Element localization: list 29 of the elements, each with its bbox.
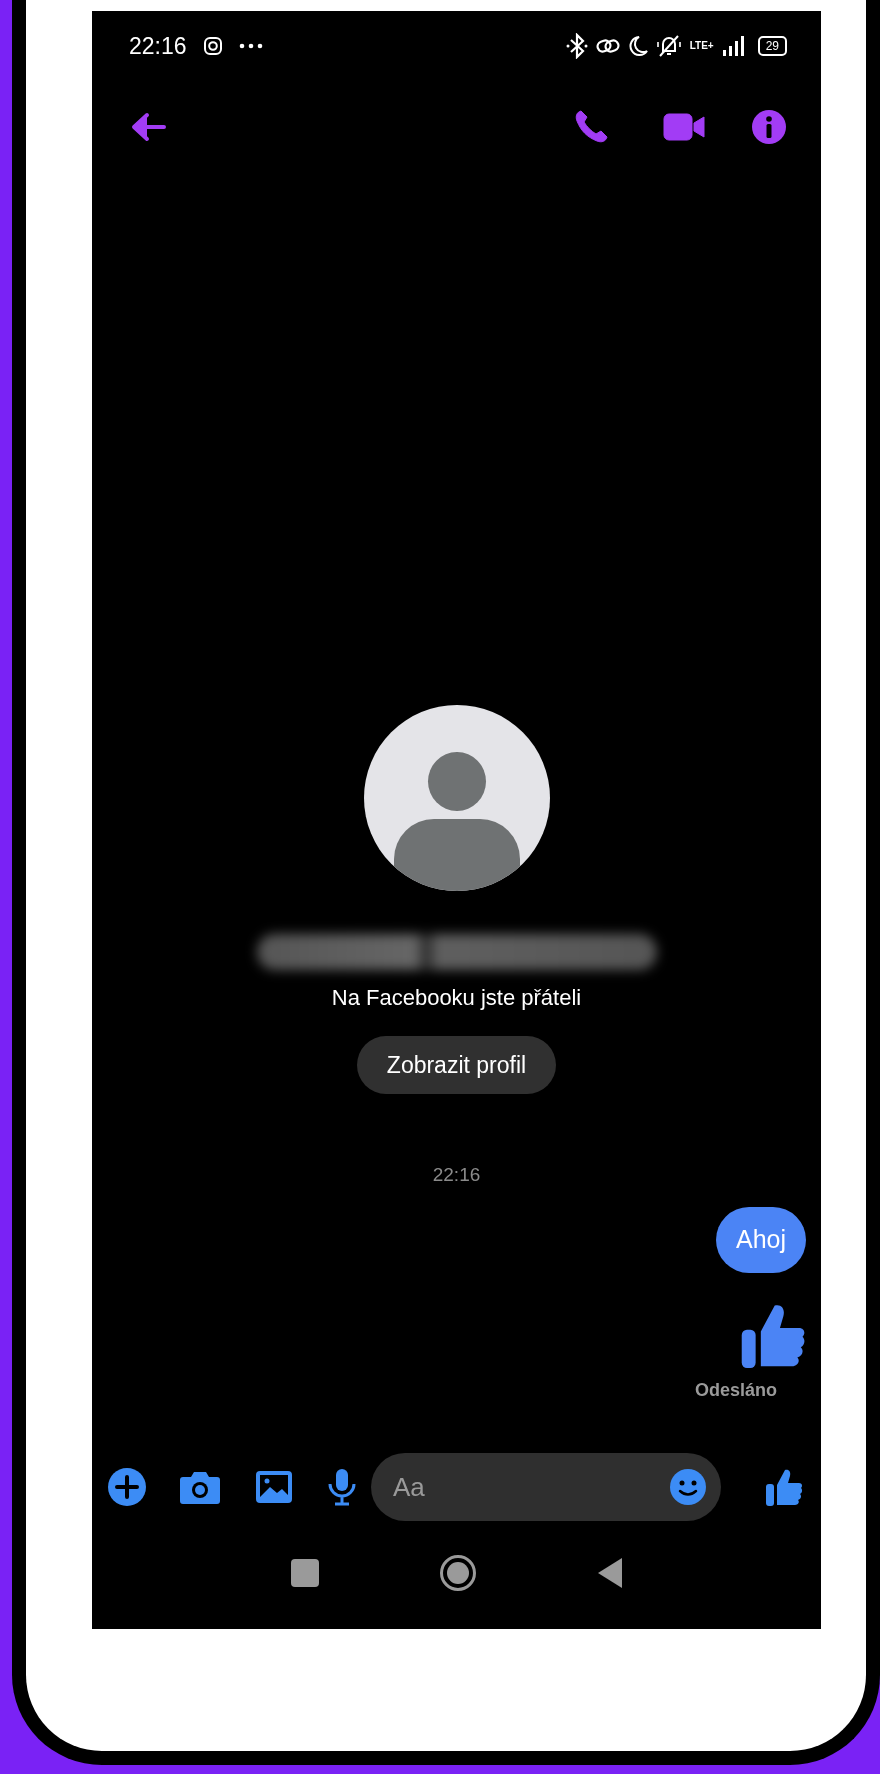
link-icon xyxy=(595,36,620,56)
image-icon[interactable] xyxy=(255,1470,293,1504)
friend-note: Na Facebooku jste přáteli xyxy=(331,984,582,1012)
message-timestamp: 22:16 xyxy=(432,1163,481,1187)
phone-icon[interactable] xyxy=(573,109,609,145)
thumbs-up-icon[interactable] xyxy=(765,1467,803,1507)
emoji-icon[interactable] xyxy=(669,1468,707,1506)
info-icon[interactable] xyxy=(751,109,787,145)
message-input-field[interactable]: Aa xyxy=(371,1453,721,1521)
muted-bell-icon xyxy=(655,34,682,58)
status-time: 22:16 xyxy=(129,31,187,61)
moon-icon xyxy=(627,35,648,57)
back-button[interactable] xyxy=(596,1557,623,1589)
home-button[interactable] xyxy=(438,1554,477,1592)
back-arrow-icon[interactable] xyxy=(130,112,166,142)
camera-app-icon xyxy=(202,36,223,56)
battery-indicator: 29 xyxy=(757,36,787,56)
recent-apps-button[interactable] xyxy=(290,1559,319,1587)
message-bubble: Ahoj xyxy=(715,1207,806,1273)
delivery-status: Odesláno xyxy=(694,1379,777,1401)
network-type: LTE+ xyxy=(689,41,714,51)
view-profile-button[interactable]: Zobrazit profil xyxy=(356,1036,557,1094)
video-camera-icon[interactable] xyxy=(663,112,705,142)
signal-icon xyxy=(721,35,746,57)
camera-icon[interactable] xyxy=(179,1469,221,1505)
plus-icon[interactable] xyxy=(107,1467,147,1507)
more-icon xyxy=(238,43,263,49)
bluetooth-icon xyxy=(565,33,588,59)
microphone-icon[interactable] xyxy=(327,1468,357,1506)
